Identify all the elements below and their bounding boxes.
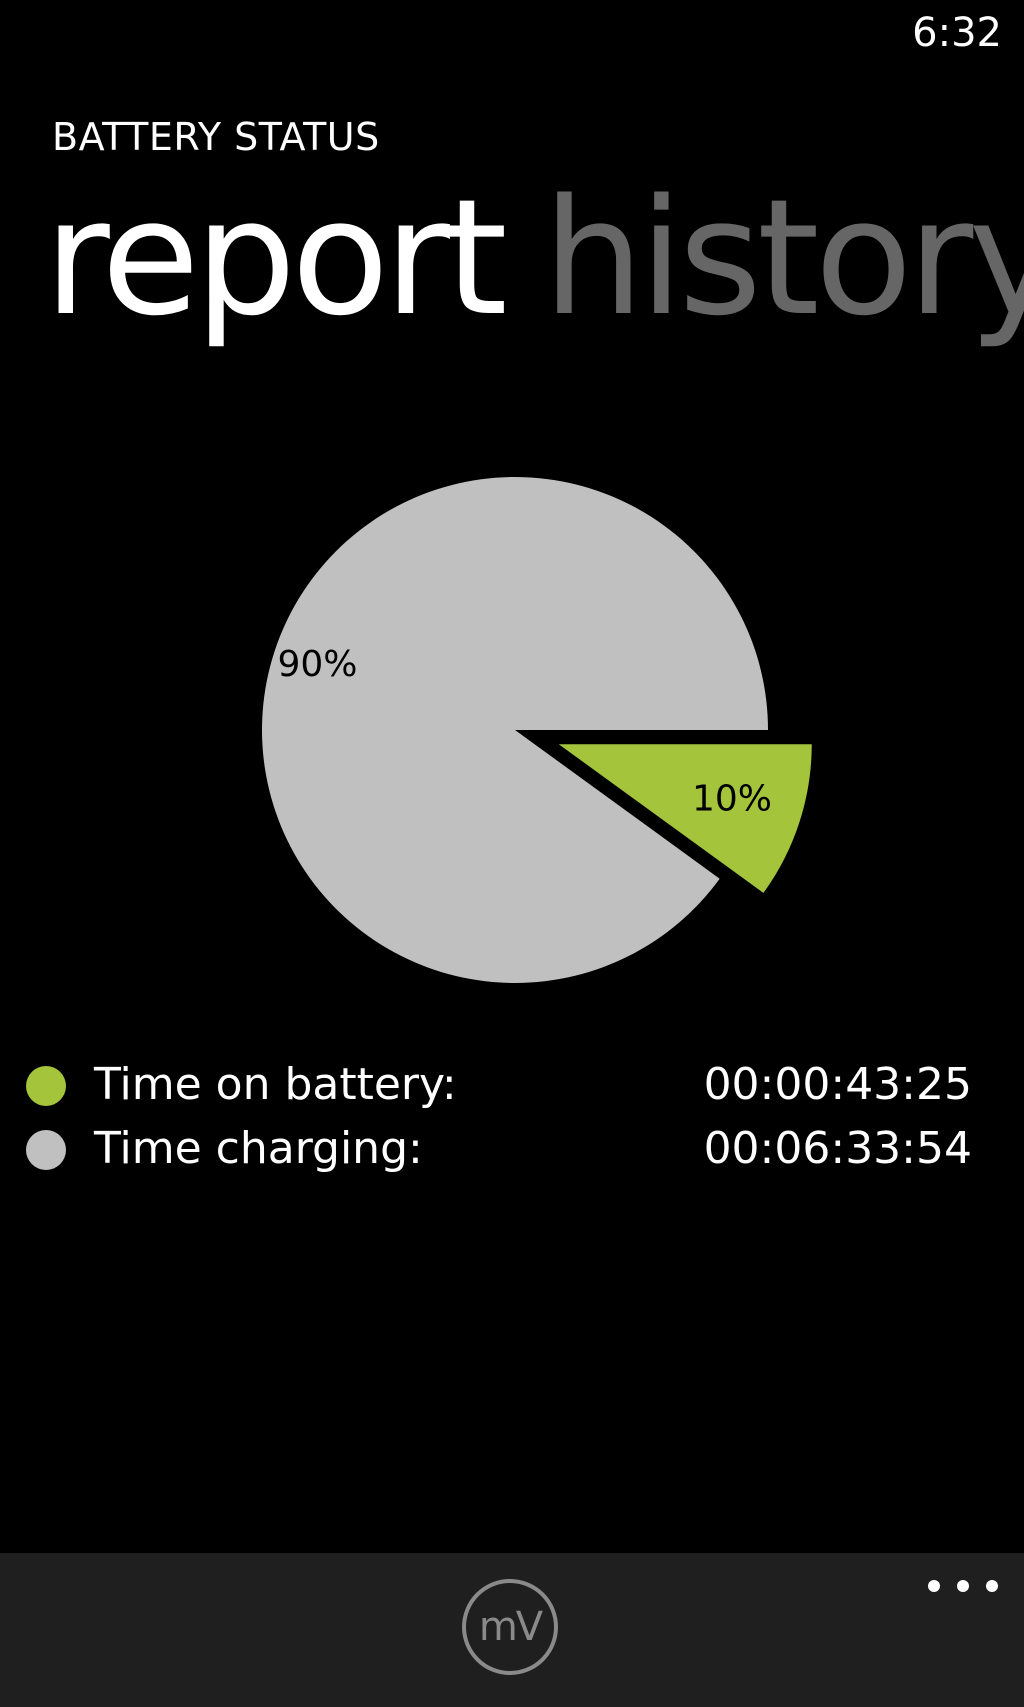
pie-slice xyxy=(261,476,768,983)
legend-value: 00:06:33:54 xyxy=(703,1123,972,1174)
pie-slice-label: 10% xyxy=(692,779,772,820)
app-bar-button-label: mV xyxy=(478,1604,543,1650)
more-dot xyxy=(957,1580,969,1592)
pie-slice-label: 90% xyxy=(277,644,357,685)
pivot-tab-history[interactable]: history xyxy=(543,178,1024,338)
legend-label: Time on battery: xyxy=(94,1059,457,1110)
pie-chart-svg: 10% 90% xyxy=(261,476,812,983)
status-bar-time: 6:32 xyxy=(912,10,1002,56)
app-title: BATTERY STATUS xyxy=(52,115,380,159)
legend-row-time-on-battery: Time on battery: 00:00:43:25 xyxy=(0,1055,1024,1115)
mv-circle-icon[interactable]: mV xyxy=(462,1579,558,1675)
legend-value: 00:00:43:25 xyxy=(703,1059,972,1110)
legend-row-time-charging: Time charging: 00:06:33:54 xyxy=(0,1119,1024,1179)
legend-dot-charging xyxy=(26,1130,66,1170)
pivot-header: report history xyxy=(44,178,1024,338)
pivot-tab-report[interactable]: report xyxy=(44,178,508,338)
legend-label: Time charging: xyxy=(94,1123,423,1174)
more-dot xyxy=(986,1580,998,1592)
legend-dot-battery xyxy=(26,1066,66,1106)
app-bar: mV xyxy=(0,1553,1024,1707)
ellipsis-icon[interactable] xyxy=(928,1571,998,1601)
battery-pie-chart: 10% 90% xyxy=(0,420,1024,1020)
more-dot xyxy=(928,1580,940,1592)
